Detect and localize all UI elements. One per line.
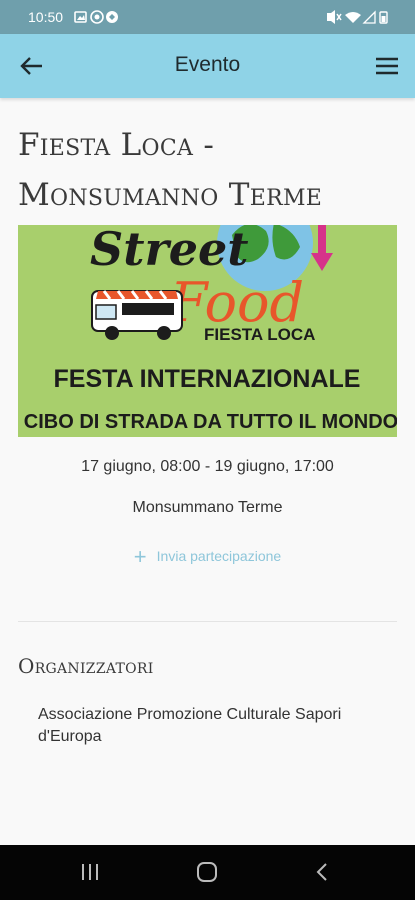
- status-bar: 10:50: [0, 0, 415, 34]
- app-bar: Evento: [0, 34, 415, 98]
- send-participation-button[interactable]: + Invia partecipazione: [0, 544, 415, 570]
- plus-icon: +: [133, 544, 147, 569]
- system-navigation-bar: [0, 845, 415, 900]
- recent-apps-icon: [82, 864, 98, 880]
- page-title: Evento: [174, 53, 241, 76]
- home-button[interactable]: [187, 859, 227, 885]
- organizer-name[interactable]: Associazione Promozione Culturale Sapori…: [38, 704, 378, 748]
- send-participation-label: Invia partecipazione: [156, 548, 282, 564]
- event-banner-image: Street Food FIESTA LOCA FESTA INTERNAZIO…: [18, 225, 397, 437]
- street-food-poster: Street Food FIESTA LOCA FESTA INTERNAZIO…: [18, 225, 397, 437]
- banner-headline-text: FESTA INTERNAZIONALE: [54, 365, 361, 393]
- section-divider: [18, 621, 397, 622]
- system-back-button[interactable]: [302, 859, 342, 885]
- event-title: Fiesta Loca - Monsumanno Terme: [18, 127, 323, 213]
- banner-fiesta-text: FIESTA LOCA: [204, 325, 315, 344]
- status-time: 10:50: [28, 9, 64, 25]
- home-icon: [197, 862, 217, 882]
- system-status-icons: [327, 10, 388, 24]
- event-location: Monsummano Terme: [132, 499, 283, 516]
- hamburger-menu-icon: [376, 57, 398, 75]
- banner-street-text: Street: [90, 225, 248, 276]
- event-date-range: 17 giugno, 08:00 - 19 giugno, 17:00: [81, 458, 334, 475]
- organizers-heading: Organizzatori: [18, 654, 154, 678]
- menu-button[interactable]: [373, 54, 401, 78]
- recent-apps-button[interactable]: [70, 859, 110, 885]
- chevron-left-icon: [316, 863, 327, 881]
- notification-icons: [74, 10, 118, 24]
- banner-tagline-text: CIBO DI STRADA DA TUTTO IL MONDO: [24, 411, 397, 433]
